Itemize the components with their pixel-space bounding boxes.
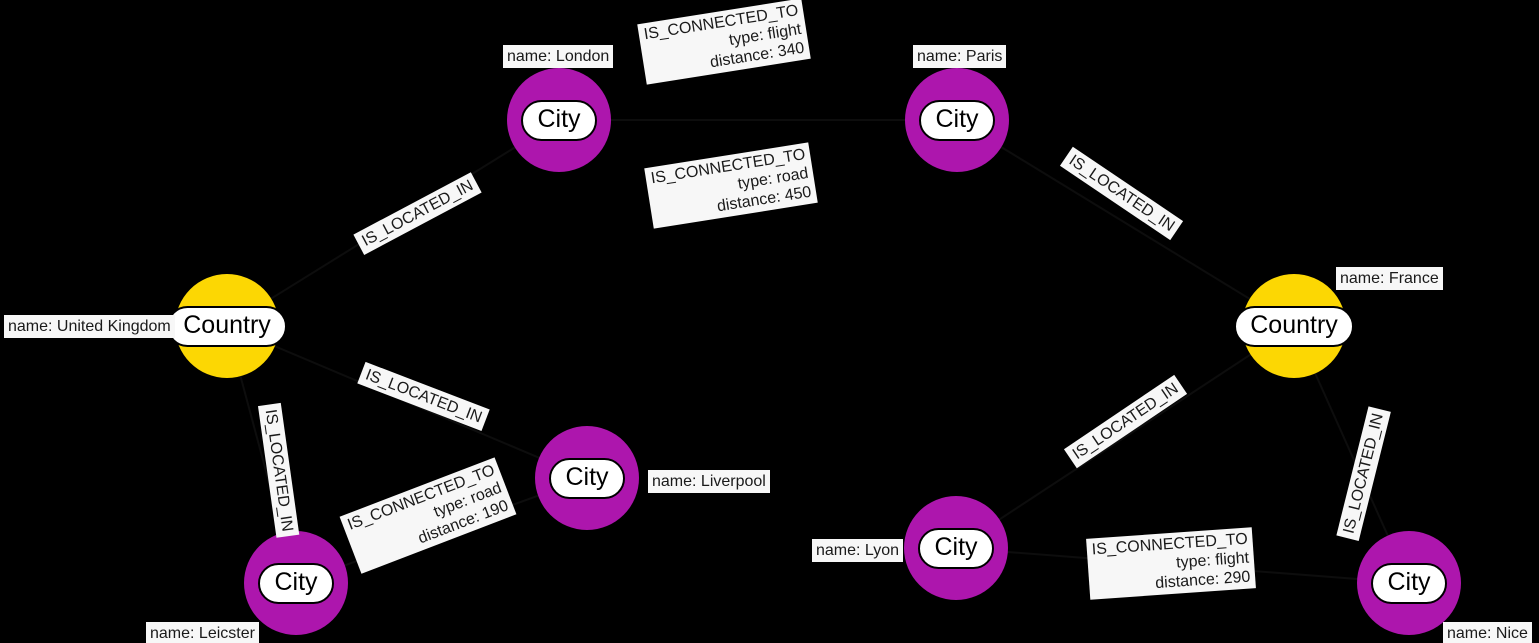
node-type-label: Country <box>167 305 287 347</box>
node-type-label: City <box>549 457 625 499</box>
node-property-label: name: London <box>503 45 614 68</box>
graph-canvas[interactable]: City name: London City name: Paris Country na… <box>0 0 1539 643</box>
node-property-label: name: France <box>1336 267 1443 290</box>
node-property-label: name: Nice <box>1443 622 1532 643</box>
node-property-label: name: Leicster <box>146 622 259 643</box>
node-type-label: City <box>1371 562 1447 604</box>
graph-node-nice[interactable]: City <box>1357 531 1461 635</box>
node-type-label: City <box>258 562 334 604</box>
node-type-label: City <box>919 99 995 141</box>
node-type-label: Country <box>1234 305 1354 347</box>
node-type-label: City <box>521 99 597 141</box>
graph-node-leicster[interactable]: City <box>244 531 348 635</box>
graph-node-france[interactable]: Country <box>1234 274 1354 378</box>
graph-node-united-kingdom[interactable]: Country <box>167 274 287 378</box>
edge-label-edge-lyon-nice[interactable]: IS_CONNECTED_TO type: flight distance: 290 <box>1086 527 1257 600</box>
graph-node-london[interactable]: City <box>507 68 611 172</box>
graph-node-lyon[interactable]: City <box>904 496 1008 600</box>
node-property-label: name: United Kingdom <box>4 315 175 338</box>
node-property-label: name: Liverpool <box>648 470 770 493</box>
graph-node-liverpool[interactable]: City <box>535 426 639 530</box>
node-type-label: City <box>918 527 994 569</box>
graph-edge[interactable] <box>956 119 1295 327</box>
graph-node-paris[interactable]: City <box>905 68 1009 172</box>
node-property-label: name: Paris <box>913 45 1007 68</box>
node-property-label: name: Lyon <box>812 539 904 562</box>
graph-edge[interactable] <box>955 325 1295 549</box>
